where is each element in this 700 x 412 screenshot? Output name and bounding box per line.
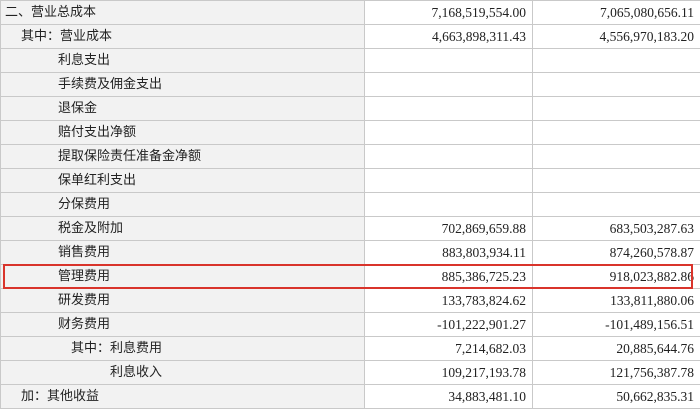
current-period-value: 34,883,481.10 <box>364 384 533 409</box>
previous-period-value: 20,885,644.76 <box>532 336 700 361</box>
table-row: 提取保险责任准备金净额 <box>0 144 700 169</box>
row-label-financial-expense: 财务费用 <box>0 312 365 337</box>
current-period-value <box>364 48 533 73</box>
table-row: 其中：营业成本 4,663,898,311.43 4,556,970,183.2… <box>0 24 700 49</box>
current-period-value <box>364 168 533 193</box>
current-period-value: 7,168,519,554.00 <box>364 0 533 25</box>
previous-period-value: 7,065,080,656.11 <box>532 0 700 25</box>
previous-period-value: 874,260,578.87 <box>532 240 700 265</box>
table-row: 退保金 <box>0 96 700 121</box>
current-period-value <box>364 72 533 97</box>
table-row: 其中：利息费用 7,214,682.03 20,885,644.76 <box>0 336 700 361</box>
table-row: 赔付支出净额 <box>0 120 700 145</box>
table-row: 加：其他收益 34,883,481.10 50,662,835.31 <box>0 384 700 409</box>
previous-period-value <box>532 168 700 193</box>
row-label-fee-commission-expense: 手续费及佣金支出 <box>0 72 365 97</box>
table-row: 管理费用 885,386,725.23 918,023,882.86 <box>0 264 700 289</box>
current-period-value <box>364 144 533 169</box>
row-label-net-claims-paid: 赔付支出净额 <box>0 120 365 145</box>
row-label-insurance-reserve: 提取保险责任准备金净额 <box>0 144 365 169</box>
table-row: 税金及附加 702,869,659.88 683,503,287.63 <box>0 216 700 241</box>
current-period-value: 133,783,824.62 <box>364 288 533 313</box>
table-row: 财务费用 -101,222,901.27 -101,489,156.51 <box>0 312 700 337</box>
table-row: 销售费用 883,803,934.11 874,260,578.87 <box>0 240 700 265</box>
table-row: 利息支出 <box>0 48 700 73</box>
current-period-value: 883,803,934.11 <box>364 240 533 265</box>
income-statement-table: 二、营业总成本 7,168,519,554.00 7,065,080,656.1… <box>0 0 700 409</box>
previous-period-value: 133,811,880.06 <box>532 288 700 313</box>
row-label-policy-dividend: 保单红利支出 <box>0 168 365 193</box>
previous-period-value <box>532 120 700 145</box>
previous-period-value: -101,489,156.51 <box>532 312 700 337</box>
table-row: 保单红利支出 <box>0 168 700 193</box>
previous-period-value <box>532 192 700 217</box>
current-period-value: 4,663,898,311.43 <box>364 24 533 49</box>
previous-period-value: 918,023,882.86 <box>532 264 700 289</box>
row-label-interest-expense: 利息支出 <box>0 48 365 73</box>
current-period-value: 7,214,682.03 <box>364 336 533 361</box>
current-period-value: 109,217,193.78 <box>364 360 533 385</box>
current-period-value <box>364 192 533 217</box>
table-row: 利息收入 109,217,193.78 121,756,387.78 <box>0 360 700 385</box>
previous-period-value: 4,556,970,183.20 <box>532 24 700 49</box>
previous-period-value <box>532 72 700 97</box>
current-period-value: 885,386,725.23 <box>364 264 533 289</box>
row-label-surrender-value: 退保金 <box>0 96 365 121</box>
table-row: 分保费用 <box>0 192 700 217</box>
previous-period-value: 121,756,387.78 <box>532 360 700 385</box>
current-period-value <box>364 120 533 145</box>
table-row: 研发费用 133,783,824.62 133,811,880.06 <box>0 288 700 313</box>
table-row: 二、营业总成本 7,168,519,554.00 7,065,080,656.1… <box>0 0 700 25</box>
table-row: 手续费及佣金支出 <box>0 72 700 97</box>
row-label-operating-cost: 其中：营业成本 <box>0 24 365 49</box>
previous-period-value <box>532 144 700 169</box>
row-label-rd-expense: 研发费用 <box>0 288 365 313</box>
row-label-interest-cost: 其中：利息费用 <box>0 336 365 361</box>
row-label-total-operating-cost: 二、营业总成本 <box>0 0 365 25</box>
row-label-admin-expense: 管理费用 <box>0 264 365 289</box>
previous-period-value: 50,662,835.31 <box>532 384 700 409</box>
row-label-interest-income: 利息收入 <box>0 360 365 385</box>
previous-period-value: 683,503,287.63 <box>532 216 700 241</box>
current-period-value: -101,222,901.27 <box>364 312 533 337</box>
row-label-taxes-surcharges: 税金及附加 <box>0 216 365 241</box>
previous-period-value <box>532 96 700 121</box>
previous-period-value <box>532 48 700 73</box>
row-label-reinsurance-expense: 分保费用 <box>0 192 365 217</box>
row-label-other-income: 加：其他收益 <box>0 384 365 409</box>
row-label-selling-expense: 销售费用 <box>0 240 365 265</box>
current-period-value <box>364 96 533 121</box>
current-period-value: 702,869,659.88 <box>364 216 533 241</box>
